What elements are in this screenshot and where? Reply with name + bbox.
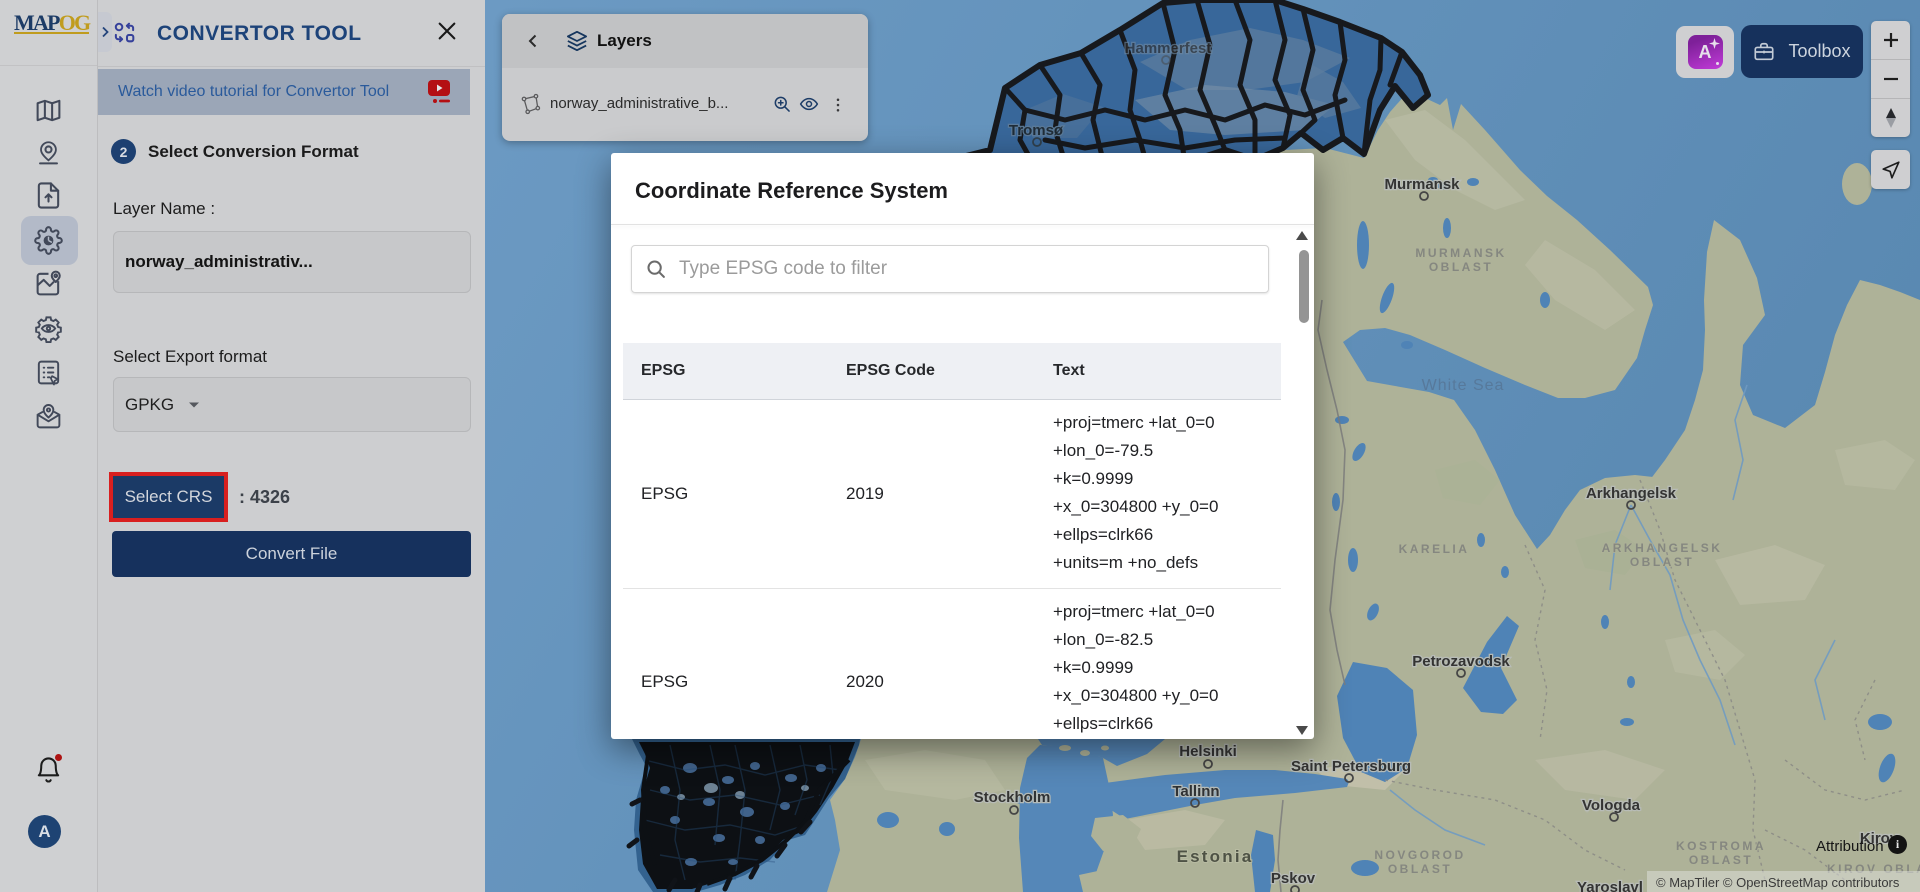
svg-text:Pskov: Pskov (1271, 870, 1316, 887)
svg-text:Hammerfest: Hammerfest (1125, 40, 1212, 57)
svg-text:Petrozavodsk: Petrozavodsk (1412, 653, 1510, 670)
svg-text:Saint Petersburg: Saint Petersburg (1291, 758, 1411, 775)
svg-text:Yaroslavl: Yaroslavl (1577, 879, 1643, 892)
svg-text:NOVGOROD: NOVGOROD (1374, 848, 1465, 862)
svg-text:Vologda: Vologda (1582, 797, 1641, 814)
svg-text:White Sea: White Sea (1422, 377, 1505, 394)
svg-text:OBLAST: OBLAST (1388, 862, 1452, 876)
svg-text:ARKHANGELSK: ARKHANGELSK (1602, 541, 1723, 555)
svg-text:Helsinki: Helsinki (1179, 743, 1237, 760)
svg-text:Arkhangelsk: Arkhangelsk (1586, 485, 1677, 502)
svg-text:Tallinn: Tallinn (1172, 783, 1219, 800)
svg-text:Tromsø: Tromsø (1009, 122, 1064, 139)
svg-text:OBLAST: OBLAST (1630, 555, 1694, 569)
svg-text:OBLAST: OBLAST (1689, 853, 1753, 867)
svg-text:Estonia: Estonia (1177, 847, 1254, 866)
svg-text:KARELIA: KARELIA (1399, 542, 1470, 556)
svg-text:Murmansk: Murmansk (1384, 176, 1460, 193)
svg-text:OBLAST: OBLAST (1429, 260, 1493, 274)
svg-text:KOSTROMA: KOSTROMA (1676, 839, 1766, 853)
svg-text:MURMANSK: MURMANSK (1415, 246, 1506, 260)
svg-text:Stockholm: Stockholm (974, 789, 1051, 806)
